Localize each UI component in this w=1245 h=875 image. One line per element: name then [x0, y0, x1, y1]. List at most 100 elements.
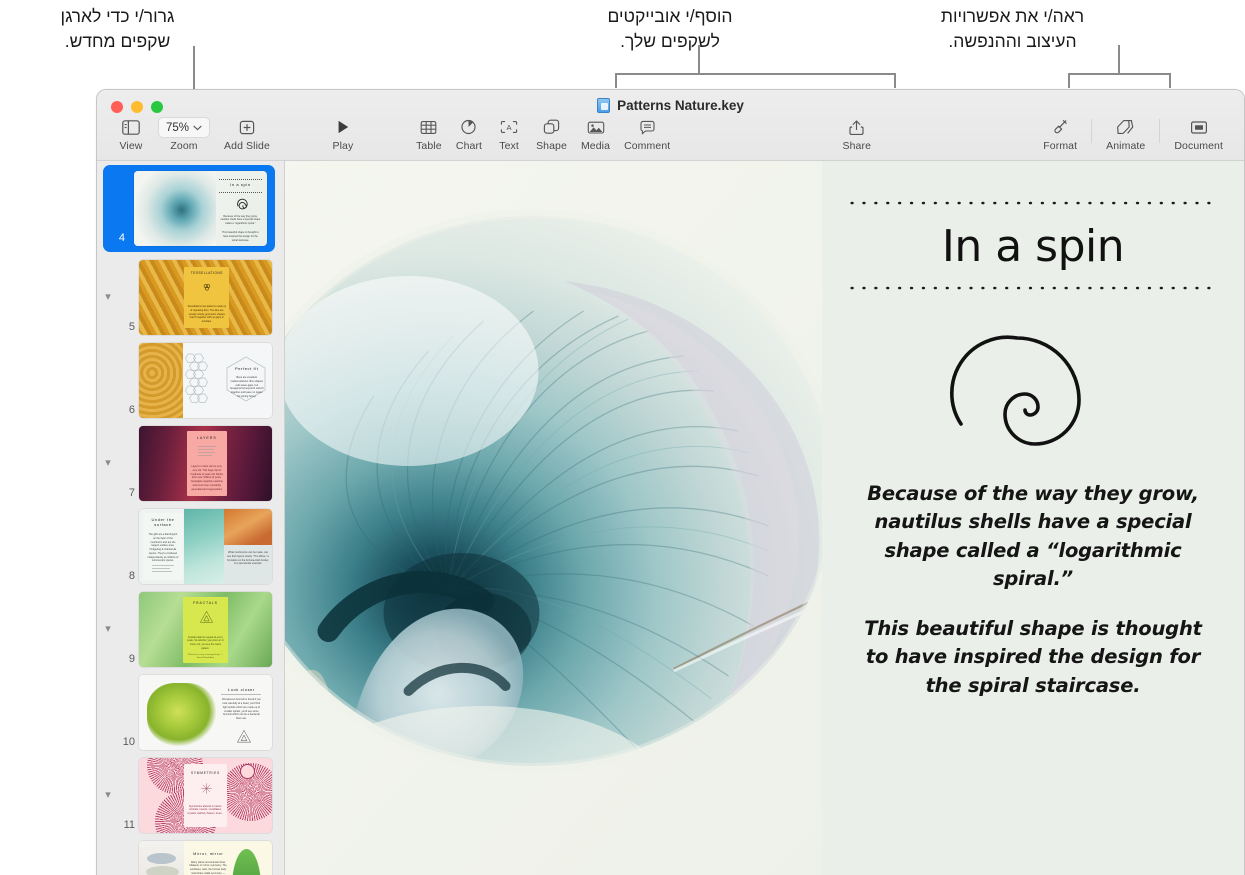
nautilus-shell-photo[interactable] [285, 161, 823, 875]
slide-navigator[interactable]: 4 In a spin Because of the way they grow… [97, 161, 285, 875]
slide-thumbnail-11[interactable]: ▾ 11 SYMMETRIES Symmetries abound in nat… [97, 754, 284, 837]
toolbar-shape-button[interactable]: Shape [529, 116, 574, 152]
slide-preview: Mirror, mirror Many plants and animals s… [139, 841, 272, 875]
slide-number: 5 [128, 321, 135, 333]
slide-preview: Perfect fit Bees are excellent mathemati… [139, 343, 272, 418]
leader-bracket-add-top [615, 73, 896, 75]
zoom-dropdown[interactable]: 75% [158, 117, 211, 138]
toolbar-view-label: View [119, 140, 143, 152]
toolbar-zoom-label: Zoom [170, 140, 198, 152]
slide-number: 4 [118, 232, 125, 244]
slide-preview: LAYERS Layers in rocks can be very, very… [139, 426, 272, 501]
toolbar-view-button[interactable]: View [111, 116, 151, 152]
keynote-window: Patterns Nature.key View 75% Zoom Add Sl… [96, 89, 1245, 875]
chevron-down-icon[interactable]: ▾ [97, 458, 119, 469]
toolbar-document-label: Document [1174, 140, 1224, 152]
plus-box-icon [238, 116, 256, 138]
slide-number: 6 [128, 404, 135, 416]
leader-line-add-stem [698, 45, 700, 73]
chevron-down-icon[interactable]: ▾ [97, 624, 119, 635]
slide-thumbnail-8[interactable]: 8 Under the surface The gills are a flam… [97, 505, 284, 588]
slide-thumbnail-5[interactable]: ▾ 5 TESSELLATIONS Tessellations are patt… [97, 256, 284, 339]
toolbar-text-label: Text [499, 140, 519, 152]
dotted-rule-bottom [850, 286, 1216, 290]
text-box-icon: A [500, 116, 518, 138]
animate-diamond-icon [1116, 116, 1135, 138]
slide-preview: TESSELLATIONS Tessellations are patterns… [139, 260, 272, 335]
toolbar-table-label: Table [416, 140, 442, 152]
toolbar-table-button[interactable]: Table [409, 116, 449, 152]
keynote-document-icon [597, 98, 611, 113]
toolbar-comment-button[interactable]: Comment [617, 116, 677, 152]
toolbar-shape-label: Shape [536, 140, 567, 152]
current-slide[interactable]: In a spin Because of the way they grow, … [285, 161, 1244, 875]
annotation-view-options: ראה/י את אפשרויות העיצוב וההנפשה. [940, 6, 1085, 51]
pie-chart-icon [460, 116, 477, 138]
slide-number: 9 [128, 653, 135, 665]
slide-thumbnail-12[interactable]: 12 Mirror, mirror Many plants and animal… [97, 837, 284, 875]
toolbar-format-button[interactable]: Format [1036, 116, 1084, 152]
toolbar-divider-2 [1159, 119, 1161, 143]
toolbar-animate-button[interactable]: Animate [1099, 116, 1152, 152]
toolbar-share-label: Share [842, 140, 872, 152]
toolbar-zoom-control[interactable]: 75% Zoom [151, 116, 217, 152]
slide-number: 8 [128, 570, 135, 582]
toolbar-add-slide-label: Add Slide [224, 140, 270, 152]
window-content: 4 In a spin Because of the way they grow… [97, 161, 1244, 875]
slide-canvas[interactable]: In a spin Because of the way they grow, … [285, 161, 1244, 875]
slide-number: 10 [122, 736, 135, 748]
chevron-down-icon[interactable]: ▾ [97, 292, 119, 303]
play-icon [335, 116, 351, 138]
slide-thumbnail-4[interactable]: 4 In a spin Because of the way they grow… [97, 161, 284, 256]
zoom-value: 75% [166, 121, 190, 134]
leader-bracket-view-right [1169, 73, 1171, 88]
slide-preview: Look closer Romanesco broccoli is found … [139, 675, 272, 750]
toolbar-text-button[interactable]: A Text [489, 116, 529, 152]
paintbrush-icon [1052, 116, 1069, 138]
slide-thumbnail-9[interactable]: ▾ 9 FRACTALS Fractal patterns repeat at … [97, 588, 284, 671]
toolbar-add-slide-button[interactable]: Add Slide [217, 116, 277, 152]
chevron-down-icon[interactable]: ▾ [97, 790, 119, 801]
share-icon [849, 116, 864, 138]
slide-number: 11 [123, 819, 135, 831]
leader-bracket-view-left [1068, 73, 1070, 88]
window-titlebar: Patterns Nature.key View 75% Zoom Add Sl… [97, 90, 1244, 161]
leader-bracket-add-left [615, 73, 617, 88]
slide-preview: SYMMETRIES Symmetries abound in nature. … [139, 758, 272, 833]
slide-number: 7 [128, 487, 135, 499]
toolbar-play-label: Play [332, 140, 354, 152]
toolbar-chart-label: Chart [455, 140, 483, 152]
leader-bracket-view-top [1068, 73, 1170, 75]
slide-title[interactable]: In a spin [942, 221, 1125, 272]
toolbar-media-button[interactable]: Media [574, 116, 617, 152]
slide-preview: In a spin Because of the way they grow, … [134, 171, 267, 246]
slide-thumbnail-6[interactable]: 6 Perfect fit Bees are excellent mathema… [97, 339, 284, 422]
spiral-icon[interactable] [949, 324, 1117, 452]
table-icon [420, 116, 437, 138]
toolbar-comment-label: Comment [624, 140, 671, 152]
dotted-rule-top [850, 201, 1216, 205]
toolbar-chart-button[interactable]: Chart [449, 116, 489, 152]
toolbar: View 75% Zoom Add Slide Play Table Chart… [97, 116, 1244, 161]
annotation-drag-to-rearrange: גרור/י כדי לארגן שקפים מחדש. [60, 6, 175, 51]
slide-selection-highlight: 4 In a spin Because of the way they grow… [103, 165, 275, 252]
image-icon [587, 116, 605, 138]
toolbar-share-button[interactable]: Share [836, 116, 879, 152]
slide-paragraph-1[interactable]: Because of the way they grow, nautilus s… [850, 480, 1216, 593]
annotation-add-objects: הוסף/י אובייקטים לשקפים שלך. [607, 6, 733, 51]
leader-bracket-add-right [894, 73, 896, 88]
slide-paragraph-2[interactable]: This beautiful shape is thought to have … [850, 615, 1216, 700]
toolbar-play-button[interactable]: Play [323, 116, 363, 152]
toolbar-media-label: Media [580, 140, 611, 152]
slide-preview: Under the surface The gills are a flambo… [139, 509, 272, 584]
svg-text:A: A [507, 123, 513, 132]
toolbar-format-label: Format [1043, 140, 1078, 152]
toolbar-divider-1 [1091, 119, 1093, 143]
document-title-text: Patterns Nature.key [617, 98, 744, 113]
leader-line-view-stem [1118, 45, 1120, 73]
slide-text-column: In a spin Because of the way they grow, … [822, 161, 1244, 875]
slide-thumbnail-7[interactable]: ▾ 7 LAYERS Layers in rocks can be very, … [97, 422, 284, 505]
document-title: Patterns Nature.key [97, 98, 1244, 113]
slide-thumbnail-10[interactable]: 10 Look closer Romanesco broccoli is fou… [97, 671, 284, 754]
toolbar-document-button[interactable]: Document [1167, 116, 1230, 152]
